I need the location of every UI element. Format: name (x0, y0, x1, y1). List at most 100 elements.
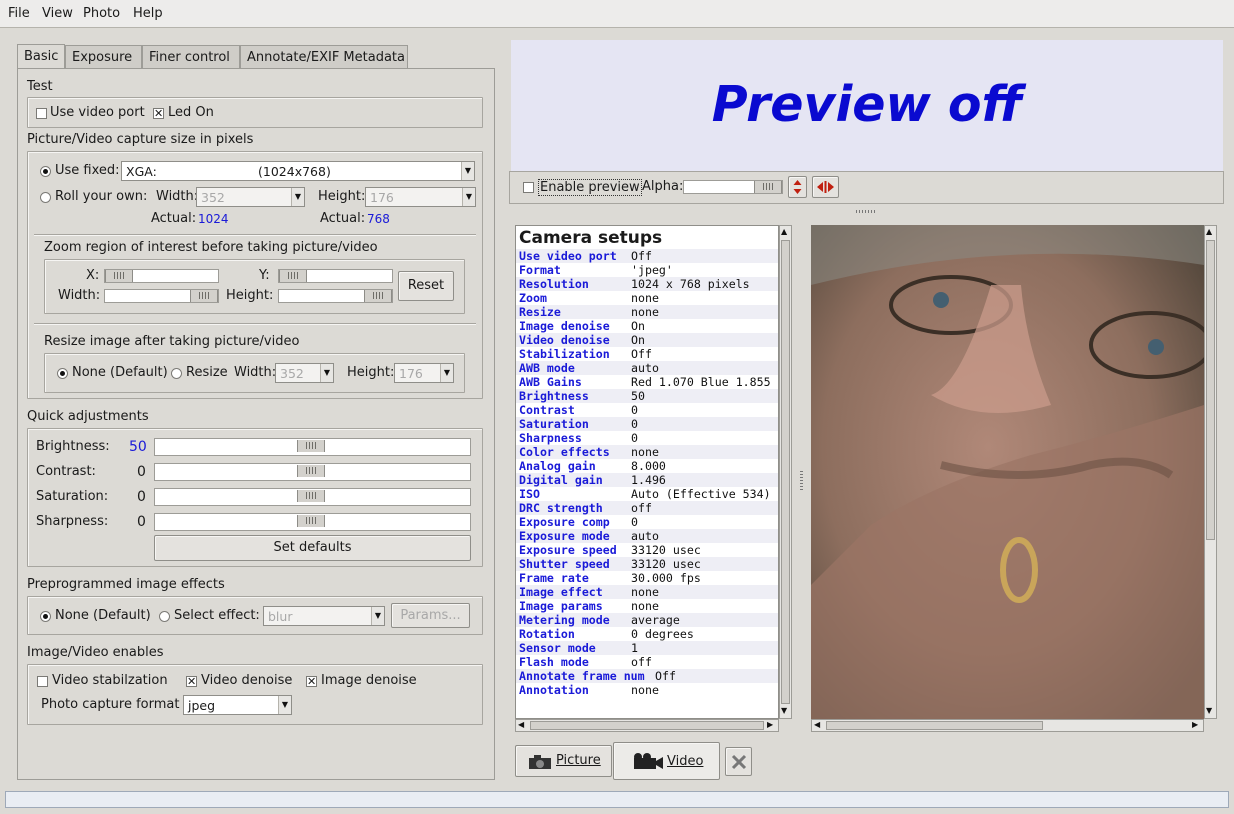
tab-annotate-exif[interactable]: Annotate/EXIF Metadata (240, 45, 408, 69)
tab-finer-control[interactable]: Finer control (142, 45, 240, 69)
sharpness-slider[interactable] (154, 513, 471, 531)
zoom-width-label: Width: (58, 288, 101, 303)
zoom-x-slider[interactable] (104, 269, 219, 283)
scroll-thumb[interactable] (1206, 240, 1215, 540)
enable-preview-checkbox[interactable] (523, 182, 534, 193)
params-button[interactable]: Params... (391, 603, 470, 628)
pane-grip[interactable] (800, 470, 803, 490)
image-denoise-checkbox[interactable]: ✕ (306, 676, 317, 687)
zoom-x-label: X: (86, 268, 100, 283)
setup-value: 1 (631, 641, 638, 655)
setup-key: Saturation (519, 417, 589, 431)
width-combo[interactable]: 352 ▼ (196, 187, 305, 207)
setup-value: none (631, 291, 659, 305)
resize-radio[interactable] (171, 368, 182, 379)
setup-row: Metering mode average (516, 613, 778, 627)
setup-key: Exposure speed (519, 543, 617, 557)
preview-off-text: Preview off (711, 76, 1023, 133)
setup-key: Contrast (519, 403, 575, 417)
setups-horizontal-scrollbar[interactable]: ◀ ▶ (515, 719, 779, 732)
photo-horizontal-scrollbar[interactable]: ◀ ▶ (811, 719, 1204, 732)
setup-key: Sharpness (519, 431, 582, 445)
setup-value: 30.000 fps (631, 571, 701, 585)
setup-value: auto (631, 361, 659, 375)
brightness-slider[interactable] (154, 438, 471, 456)
scroll-left-icon: ◀ (518, 720, 525, 729)
setup-key: Use video port (519, 249, 617, 263)
video-camera-icon (634, 753, 663, 769)
setup-value: Auto (Effective 534) (631, 487, 771, 501)
led-on-checkbox[interactable]: ✕ (153, 108, 164, 119)
menu-photo[interactable]: Photo (83, 6, 120, 21)
fixed-size-combo[interactable]: XGA: (1024x768) ▼ (121, 161, 475, 181)
setup-value: none (631, 305, 659, 319)
tab-basic[interactable]: Basic (17, 44, 65, 69)
setup-row: Annotation none (516, 683, 778, 697)
use-fixed-radio[interactable] (40, 166, 51, 177)
led-on-label: Led On (168, 105, 214, 120)
divider (34, 323, 476, 325)
effect-combo[interactable]: blur ▼ (263, 606, 385, 626)
setup-key: Digital gain (519, 473, 603, 487)
select-effect-radio[interactable] (159, 611, 170, 622)
zoom-width-slider[interactable] (104, 289, 219, 303)
scroll-thumb[interactable] (826, 721, 1043, 730)
zoom-y-slider[interactable] (278, 269, 393, 283)
close-capture-button[interactable] (725, 747, 752, 776)
set-defaults-button[interactable]: Set defaults (154, 535, 471, 561)
tab-exposure[interactable]: Exposure (65, 45, 142, 69)
menu-help[interactable]: Help (133, 6, 163, 21)
resize-height-combo[interactable]: 176 ▼ (394, 363, 454, 383)
saturation-slider[interactable] (154, 488, 471, 506)
alpha-slider[interactable] (683, 180, 783, 194)
setup-key: Video denoise (519, 333, 610, 347)
zoom-height-slider[interactable] (278, 289, 393, 303)
test-title: Test (27, 79, 53, 94)
setup-key: Shutter speed (519, 557, 610, 571)
setups-vertical-scrollbar[interactable]: ▲ ▼ (779, 225, 792, 719)
picture-button[interactable]: Picture (515, 745, 612, 777)
zoom-reset-button[interactable]: Reset (398, 271, 454, 301)
video-denoise-checkbox[interactable]: ✕ (186, 676, 197, 687)
effect-value: blur (268, 609, 293, 624)
setup-value: 33120 usec (631, 557, 701, 571)
setup-row: Annotate frame num Off (516, 669, 778, 683)
setup-key: Zoom (519, 291, 547, 305)
roll-your-own-radio[interactable] (40, 192, 51, 203)
setup-row: Brightness 50 (516, 389, 778, 403)
video-stabilization-label: Video stabilzation (52, 673, 168, 688)
scroll-thumb[interactable] (781, 240, 790, 704)
pane-grip[interactable] (856, 210, 876, 213)
setup-value: auto (631, 529, 659, 543)
setup-value: 0 degrees (631, 627, 694, 641)
setup-value: 50 (631, 389, 645, 403)
setup-row: Contrast 0 (516, 403, 778, 417)
preview-horizontal-toggle[interactable] (812, 176, 839, 198)
capture-size-title: Picture/Video capture size in pixels (27, 132, 254, 147)
setup-row: Flash mode off (516, 655, 778, 669)
preview-vertical-toggle[interactable] (788, 176, 807, 198)
setup-key: AWB Gains (519, 375, 582, 389)
resize-width-combo[interactable]: 352 ▼ (275, 363, 334, 383)
menu-view[interactable]: View (42, 6, 73, 21)
chevron-down-icon: ▼ (320, 364, 333, 382)
effect-none-radio[interactable] (40, 611, 51, 622)
setup-key: Flash mode (519, 655, 589, 669)
chevron-down-icon: ▼ (440, 364, 453, 382)
resize-none-radio[interactable] (57, 368, 68, 379)
use-video-port-checkbox[interactable] (36, 108, 47, 119)
contrast-slider[interactable] (154, 463, 471, 481)
video-button[interactable]: Video (613, 742, 720, 780)
photo-vertical-scrollbar[interactable]: ▲ ▼ (1204, 225, 1217, 719)
scroll-thumb[interactable] (530, 721, 764, 730)
scroll-down-icon: ▼ (1206, 706, 1213, 715)
photo-format-combo[interactable]: jpeg ▼ (183, 695, 292, 715)
scroll-up-icon: ▲ (1206, 227, 1213, 236)
menu-file[interactable]: File (8, 6, 30, 21)
height-label: Height: (318, 189, 366, 204)
setup-value: 33120 usec (631, 543, 701, 557)
video-stabilization-checkbox[interactable] (37, 676, 48, 687)
setup-value: 0 (631, 515, 638, 529)
height-combo[interactable]: 176 ▼ (365, 187, 476, 207)
camera-setups-title: Camera setups (519, 228, 663, 248)
